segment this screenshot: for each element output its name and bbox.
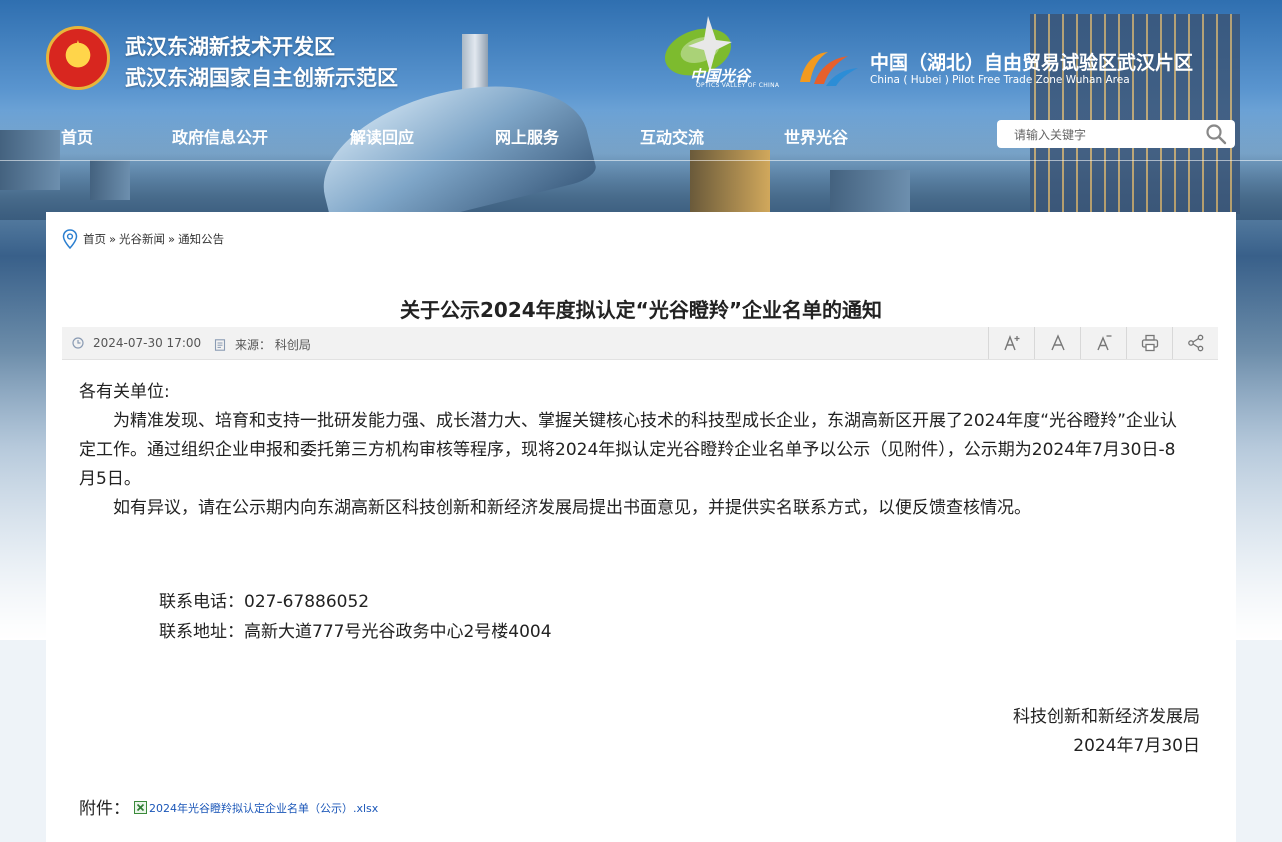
nav-item-world-optics-valley[interactable]: 世界光谷 <box>784 124 848 148</box>
article-paragraph: 如有异议，请在公示期内向东湖高新区科技创新和新经济发展局提出书面意见，并提供实名… <box>79 498 1031 518</box>
national-emblem-logo[interactable] <box>46 26 110 90</box>
attachment-label: 附件： <box>79 799 130 819</box>
publish-date: 2024-07-30 17:00 <box>72 336 201 350</box>
breadcrumb-separator: » <box>168 232 176 246</box>
search-icon[interactable] <box>1205 123 1227 145</box>
share-icon <box>1187 334 1203 352</box>
site-title-line2: 武汉东湖国家自主创新示范区 <box>125 66 398 90</box>
nav-item-gov-info[interactable]: 政府信息公开 <box>172 124 268 148</box>
article-title: 关于公示2024年度拟认定“光谷瞪羚”企业名单的通知 <box>400 298 882 322</box>
breadcrumb-news[interactable]: 光谷新闻 <box>119 231 165 247</box>
article-source-text: 来源： 科创局 <box>235 338 311 352</box>
banner-building <box>830 170 910 212</box>
font-increase-icon <box>1003 335 1019 351</box>
print-icon <box>1141 334 1158 352</box>
search-box[interactable]: 请输入关键字 <box>997 120 1235 148</box>
ftz-title-cn[interactable]: 中国（湖北）自由贸易试验区武汉片区 <box>870 48 1193 75</box>
font-reset-button[interactable] <box>1034 327 1080 359</box>
banner-skyscraper <box>1030 14 1240 214</box>
search-input[interactable]: 请输入关键字 <box>1014 126 1086 143</box>
publish-date-text: 2024-07-30 17:00 <box>93 336 202 350</box>
excel-file-icon <box>134 801 147 814</box>
banner-building <box>90 160 130 200</box>
contact-address: 联系地址：高新大道777号光谷政务中心2号楼4004 <box>159 622 552 642</box>
attachment-link[interactable]: 2024年光谷瞪羚拟认定企业名单（公示）.xlsx <box>149 800 378 816</box>
article-body: 各有关单位: 为精准发现、培育和支持一批研发能力强、成长潜力大、掌握关键核心技术… <box>79 378 1189 523</box>
print-button[interactable] <box>1126 327 1172 359</box>
nav-item-online-service[interactable]: 网上服务 <box>495 124 559 148</box>
document-icon <box>214 338 226 351</box>
article-toolbar <box>988 327 1218 359</box>
clock-icon <box>72 337 84 349</box>
nav-item-interpretation[interactable]: 解读回应 <box>350 124 414 148</box>
signature-org: 科技创新和新经济发展局 <box>1013 707 1200 727</box>
article-paragraph: 为精准发现、培育和支持一批研发能力强、成长潜力大、掌握关键核心技术的科技型成长企… <box>79 411 1177 489</box>
article-source: 来源： 科创局 <box>214 336 311 353</box>
breadcrumb-separator: » <box>109 232 117 246</box>
signature-date: 2024年7月30日 <box>1073 736 1200 756</box>
breadcrumb-home[interactable]: 首页 <box>83 231 106 247</box>
location-pin-icon <box>62 229 78 249</box>
nav-item-home[interactable]: 首页 <box>61 124 93 148</box>
nav-item-interaction[interactable]: 互动交流 <box>640 124 704 148</box>
ftz-logo-icon[interactable] <box>796 46 860 90</box>
article-meta-bar: 2024-07-30 17:00 来源： 科创局 <box>62 327 1218 360</box>
site-title[interactable]: 武汉东湖新技术开发区 武汉东湖国家自主创新示范区 <box>125 32 398 94</box>
optics-valley-logo-subtext: OPTICS VALLEY OF CHINA <box>696 82 780 89</box>
breadcrumb-notices[interactable]: 通知公告 <box>178 231 224 247</box>
attachment-section: 附件： 2024年光谷瞪羚拟认定企业名单（公示）.xlsx <box>79 794 378 819</box>
font-decrease-icon <box>1096 335 1111 351</box>
ftz-title-en: China ( Hubei ) Pilot Free Trade Zone Wu… <box>870 74 1130 86</box>
article-signature: 科技创新和新经济发展局 2024年7月30日 <box>1013 703 1200 761</box>
contact-info: 联系电话：027-67886052 联系地址：高新大道777号光谷政务中心2号楼… <box>159 587 552 647</box>
site-title-line1: 武汉东湖新技术开发区 <box>125 35 335 59</box>
contact-phone: 联系电话：027-67886052 <box>159 592 370 612</box>
share-button[interactable] <box>1172 327 1218 359</box>
font-reset-icon <box>1050 334 1065 351</box>
breadcrumb: 首页 » 光谷新闻 » 通知公告 <box>62 228 224 250</box>
nav-divider <box>0 160 1282 161</box>
article-salutation: 各有关单位: <box>79 382 170 402</box>
font-decrease-button[interactable] <box>1080 327 1126 359</box>
font-increase-button[interactable] <box>988 327 1034 359</box>
